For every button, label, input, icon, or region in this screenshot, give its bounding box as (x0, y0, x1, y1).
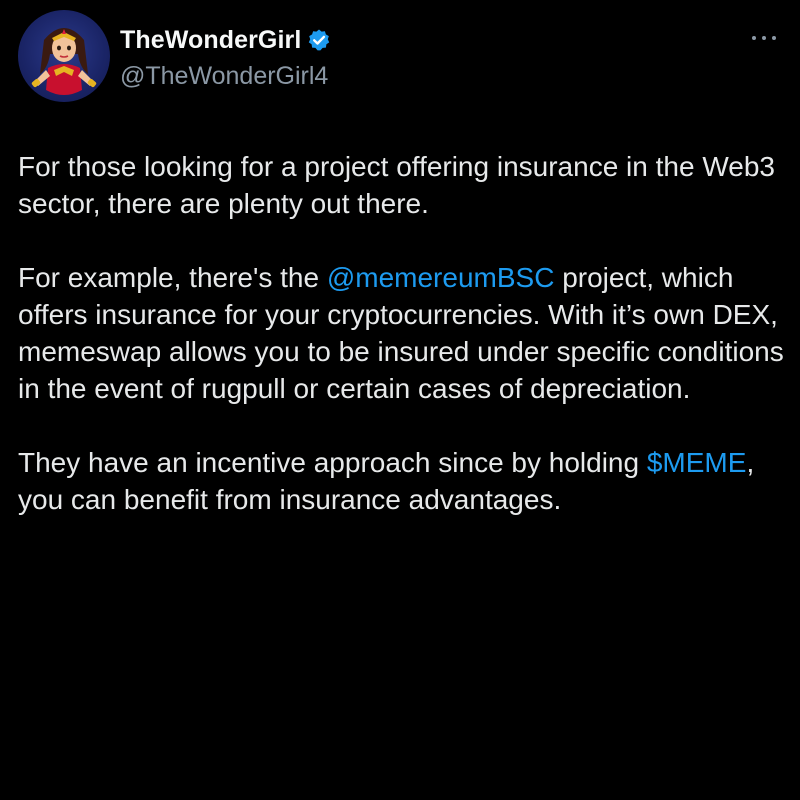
post-text: For those looking for a project offering… (18, 148, 788, 555)
post-paragraph-1: For those looking for a project offering… (18, 151, 775, 219)
post-header: TheWonderGirl @TheWonderGirl4 (18, 10, 788, 110)
more-options-icon[interactable] (748, 28, 780, 48)
post-text-segment: They have an incentive approach since by… (18, 447, 647, 478)
wonder-girl-avatar-image (31, 28, 97, 95)
avatar[interactable] (18, 10, 110, 102)
name-row: TheWonderGirl (120, 22, 331, 58)
author-names: TheWonderGirl @TheWonderGirl4 (120, 22, 331, 91)
cashtag-link[interactable]: $MEME (647, 447, 747, 478)
post-text-segment: For example, there's the (18, 262, 327, 293)
post: TheWonderGirl @TheWonderGirl4 For those … (0, 0, 800, 800)
post-paragraph-3: They have an incentive approach since by… (18, 444, 788, 518)
user-handle[interactable]: @TheWonderGirl4 (120, 62, 331, 91)
display-name[interactable]: TheWonderGirl (120, 26, 301, 55)
mention-link[interactable]: @memereumBSC (327, 262, 555, 293)
post-paragraph-2: For example, there's the @memereumBSC pr… (18, 259, 788, 407)
verified-badge-icon[interactable] (307, 28, 331, 52)
